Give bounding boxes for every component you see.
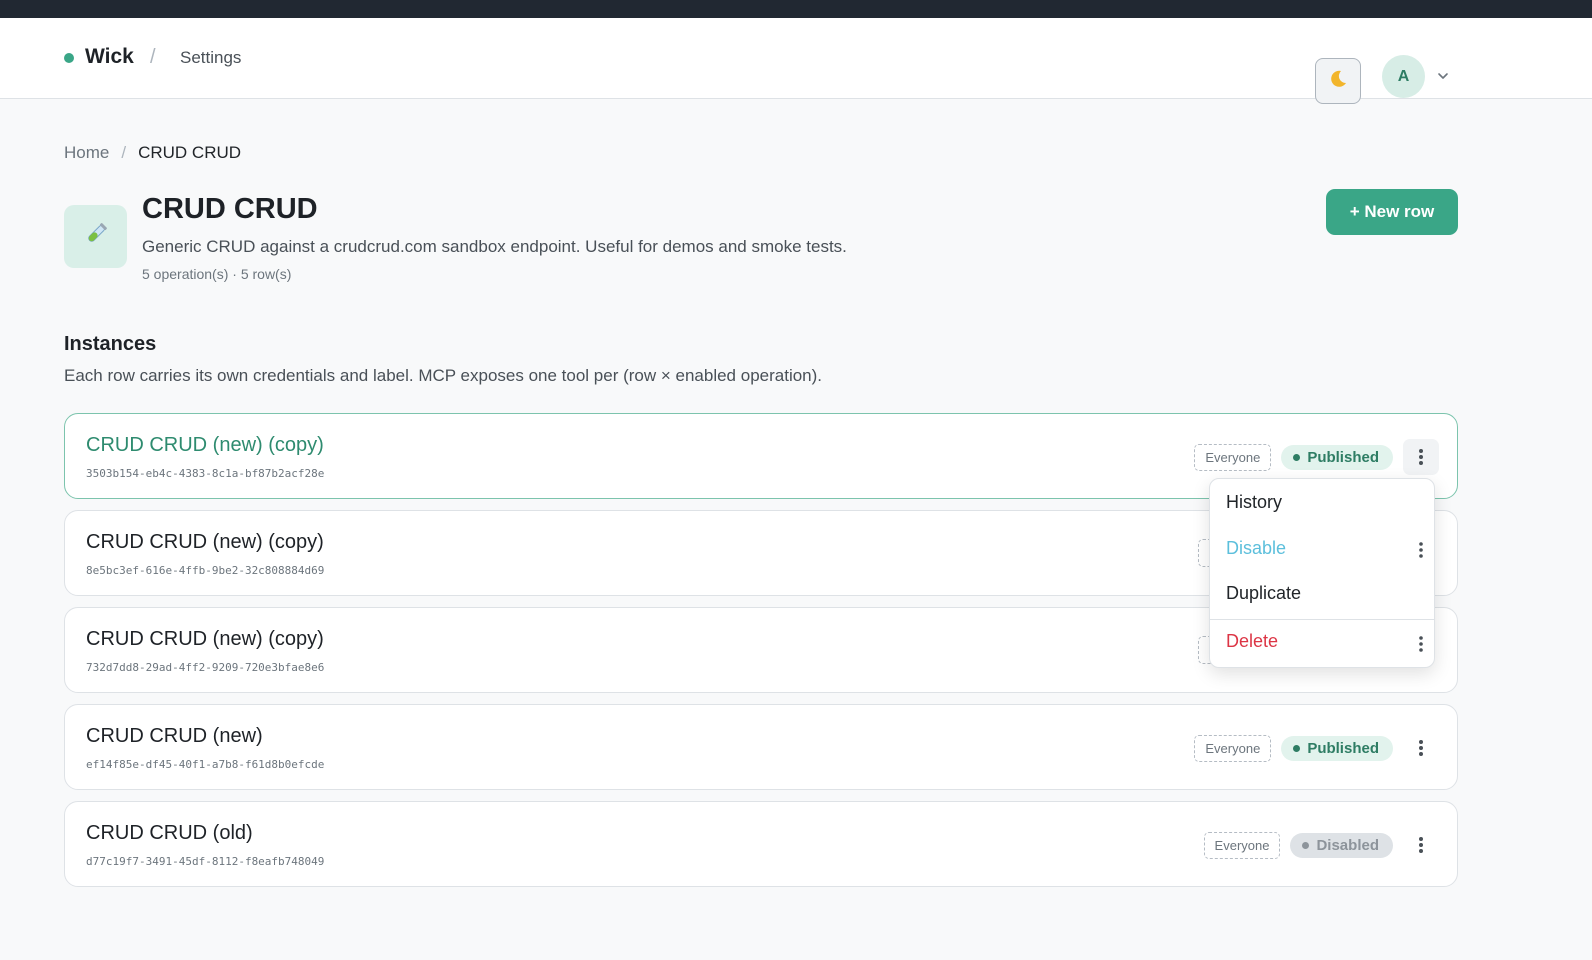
status-badge: Disabled	[1290, 832, 1393, 858]
instance-name[interactable]: CRUD CRUD (new)	[86, 725, 263, 748]
breadcrumb: Home / CRUD CRUD	[64, 143, 241, 163]
audience-chip: Everyone	[1194, 443, 1272, 471]
status-badge: Published	[1281, 735, 1393, 761]
nav-separator: /	[150, 46, 156, 68]
status-dot	[1293, 744, 1301, 752]
status-dot	[1302, 841, 1310, 849]
breadcrumb-current: CRUD CRUD	[138, 143, 242, 162]
kebab-icon	[1419, 837, 1423, 853]
top-navbar: Wick / Settings A	[0, 18, 1592, 104]
brand-name[interactable]: Wick	[85, 45, 134, 69]
moon-icon	[1328, 69, 1348, 94]
menu-item-duplicate[interactable]: Duplicate	[1226, 583, 1301, 604]
window-top-strip	[0, 0, 1592, 18]
status-dot	[1293, 453, 1301, 461]
nav-section-settings[interactable]: Settings	[180, 48, 241, 68]
breadcrumb-separator: /	[121, 143, 127, 162]
status-badge: Published	[1281, 444, 1393, 470]
instance-name[interactable]: CRUD CRUD (new) (copy)	[86, 434, 324, 457]
instance-id: ef14f85e-df45-40f1-a7b8-f61d8b0efcde	[86, 758, 325, 771]
status-label: Published	[1307, 739, 1379, 757]
instance-name[interactable]: CRUD CRUD (new) (copy)	[86, 628, 324, 651]
audience-chip: Everyone	[1203, 831, 1281, 859]
kebab-menu-button[interactable]	[1403, 730, 1439, 766]
kebab-icon	[1419, 449, 1423, 465]
page-title: CRUD CRUD	[142, 193, 318, 225]
breadcrumb-home[interactable]: Home	[64, 143, 109, 163]
test-tube-icon	[82, 220, 110, 253]
new-row-button[interactable]: + New row	[1326, 189, 1458, 235]
avatar[interactable]: A	[1382, 55, 1425, 98]
theme-toggle-button[interactable]	[1315, 58, 1361, 104]
instance-name[interactable]: CRUD CRUD (new) (copy)	[86, 531, 324, 554]
page-meta: 5 operation(s) · 5 row(s)	[142, 266, 292, 282]
instance-id: d77c19f7-3491-45df-8112-f8eafb748049	[86, 855, 325, 868]
instance-id: 8e5bc3ef-616e-4ffb-9be2-32c808884d69	[86, 564, 325, 577]
status-label: Disabled	[1316, 836, 1379, 854]
instance-row[interactable]: CRUD CRUD (new) ef14f85e-df45-40f1-a7b8-…	[64, 704, 1458, 790]
page-description: Generic CRUD against a crudcrud.com sand…	[142, 237, 847, 256]
section-title: Instances	[64, 333, 157, 355]
section-description: Each row carries its own credentials and…	[64, 366, 823, 385]
kebab-icon	[1419, 740, 1423, 756]
audience-chip: Everyone	[1194, 734, 1272, 762]
instance-id: 3503b154-eb4c-4383-8c1a-bf87b2acf28e	[86, 467, 325, 480]
menu-item-disable[interactable]: Disable	[1226, 538, 1286, 559]
menu-item-delete[interactable]: Delete	[1226, 631, 1278, 652]
kebab-menu-button[interactable]	[1403, 827, 1439, 863]
kebab-icon[interactable]	[1418, 541, 1424, 559]
kebab-menu-button[interactable]	[1403, 439, 1439, 475]
kebab-icon[interactable]	[1418, 635, 1424, 653]
menu-item-history[interactable]: History	[1226, 492, 1282, 513]
instance-row[interactable]: CRUD CRUD (old) d77c19f7-3491-45df-8112-…	[64, 801, 1458, 887]
integration-tile	[64, 205, 127, 268]
status-label: Published	[1307, 448, 1379, 466]
instance-name[interactable]: CRUD CRUD (old)	[86, 822, 253, 845]
menu-divider	[1210, 619, 1434, 620]
brand-status-dot	[64, 53, 74, 63]
row-actions-menu: History Disable Duplicate Delete	[1209, 478, 1435, 668]
chevron-down-icon[interactable]	[1436, 69, 1450, 83]
instance-id: 732d7dd8-29ad-4ff2-9209-720e3bfae8e6	[86, 661, 325, 674]
